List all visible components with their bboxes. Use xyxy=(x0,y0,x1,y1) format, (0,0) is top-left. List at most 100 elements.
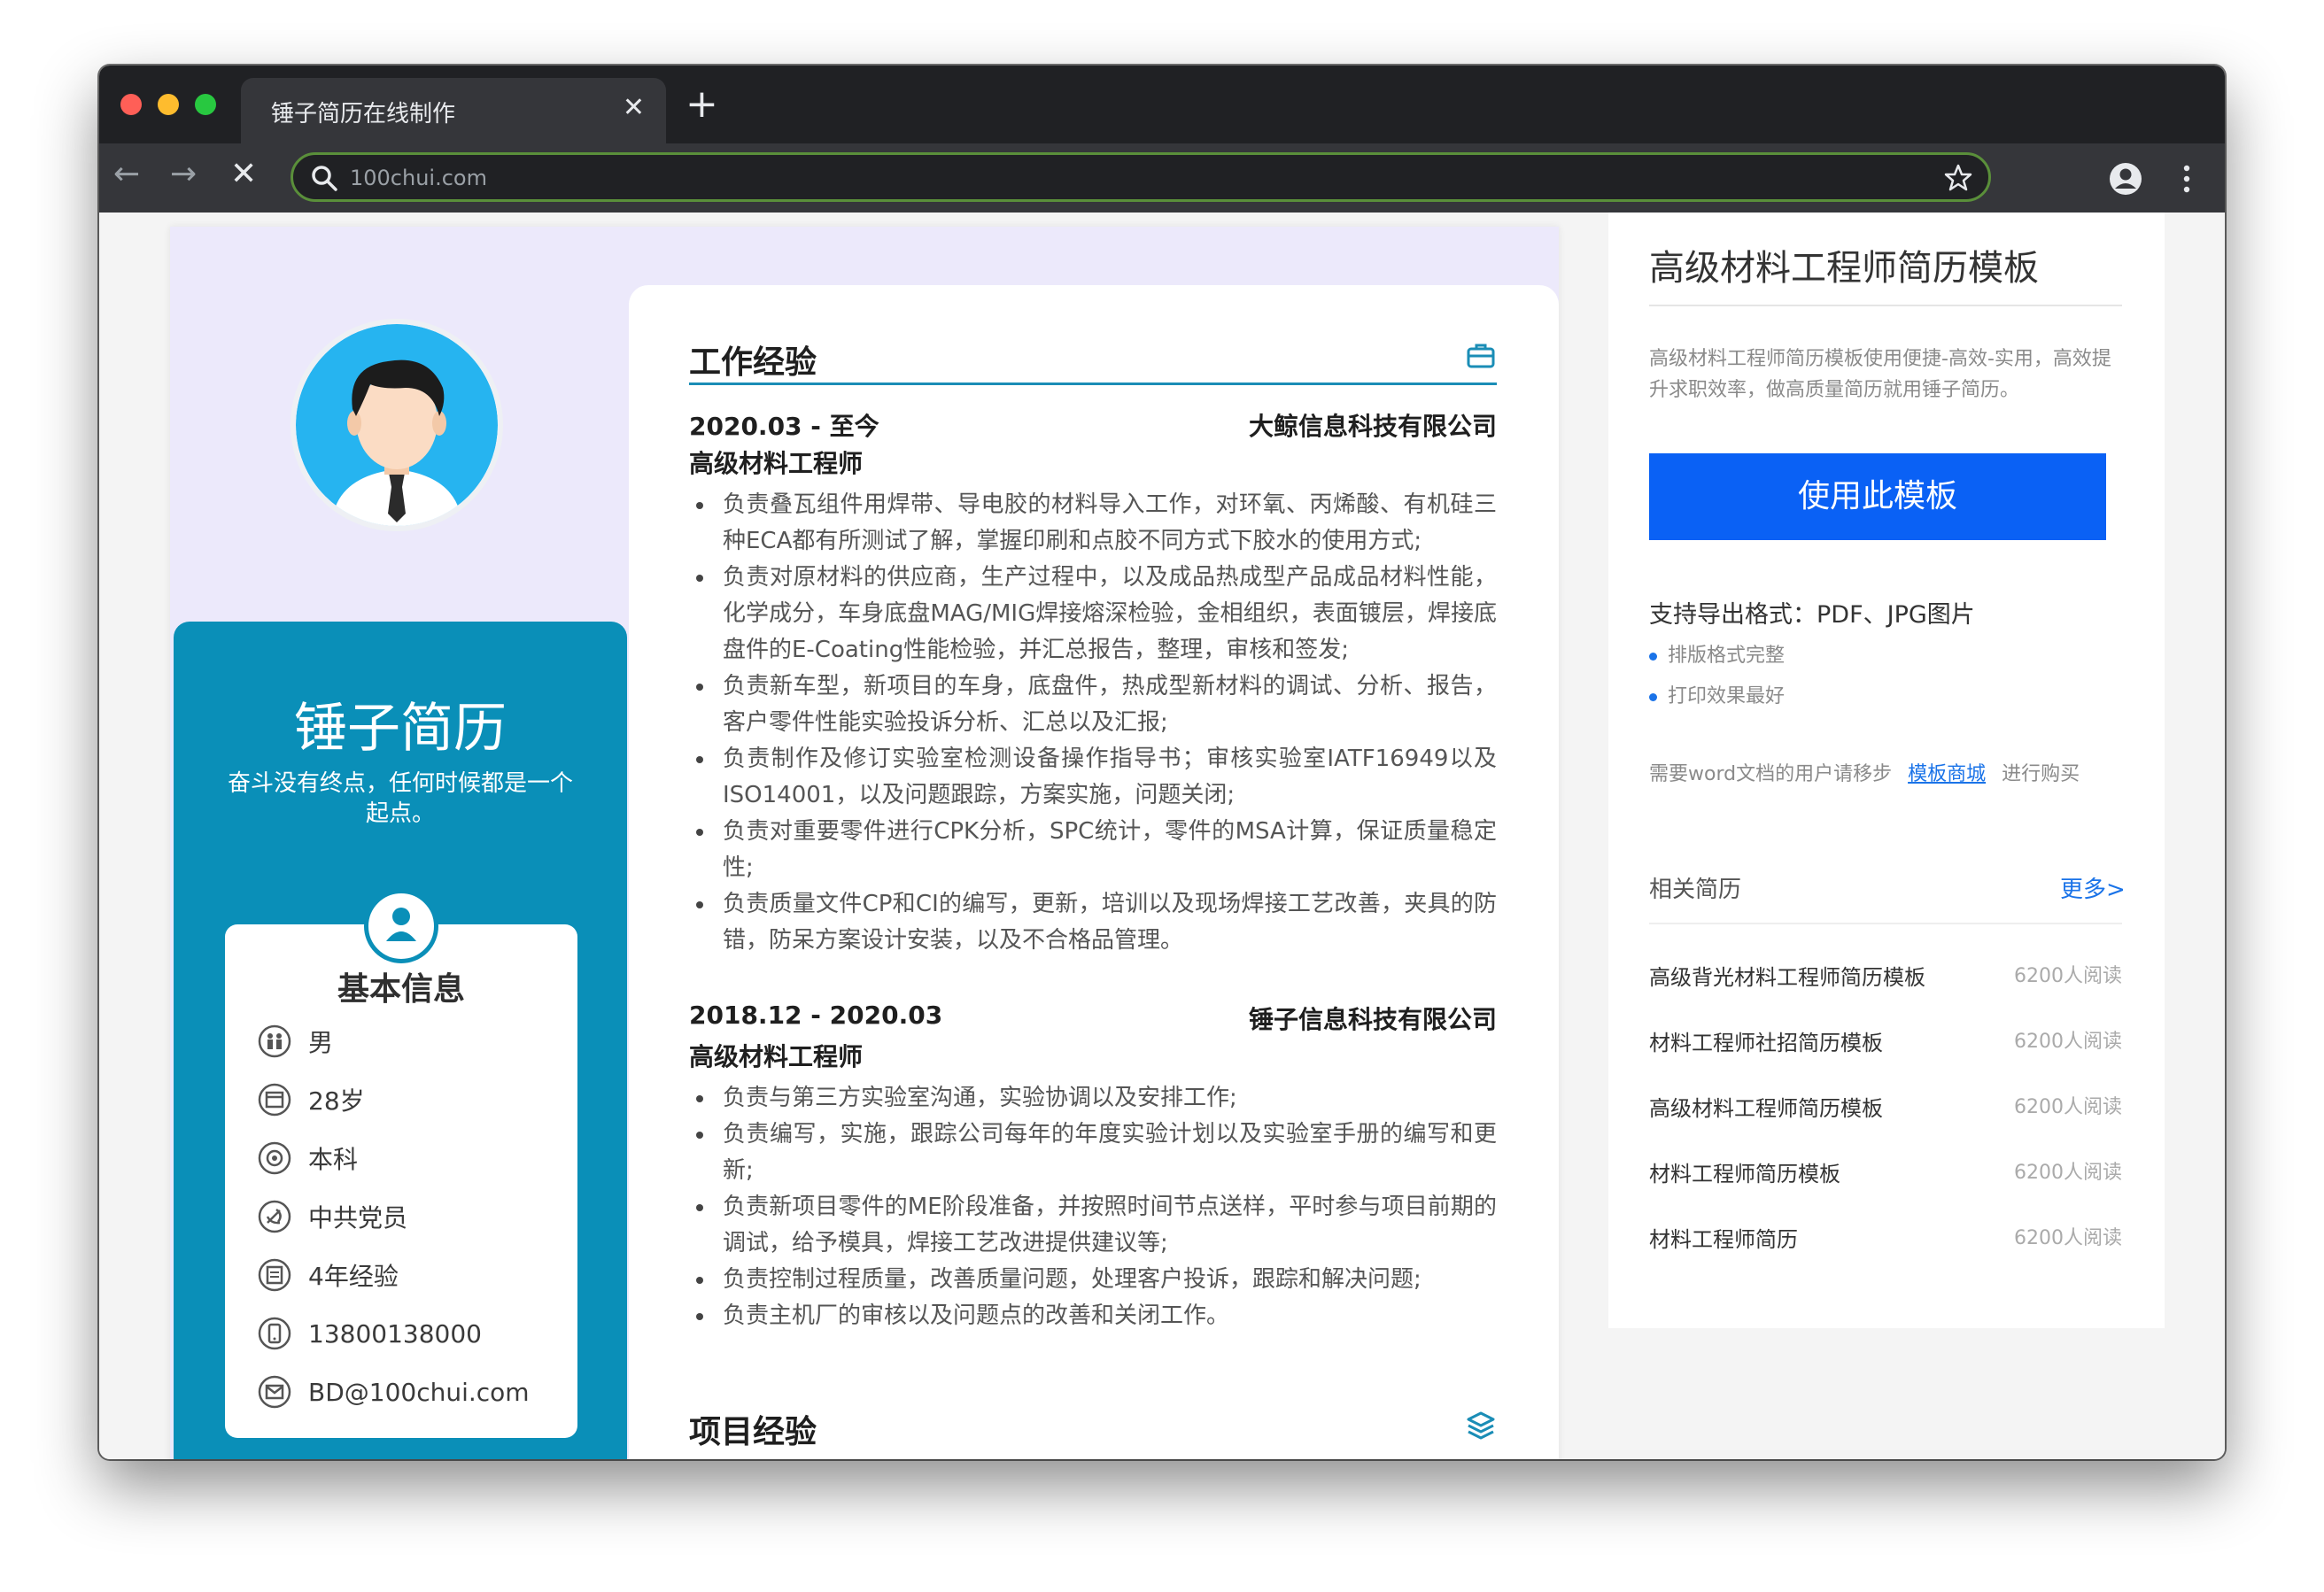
related-item-title: 材料工程师社招简历模板 xyxy=(1649,1031,1883,1055)
duty-item: 负责主机厂的审核以及问题点的改善和关闭工作。 xyxy=(689,1298,1497,1334)
info-row-party: 中共党员 xyxy=(257,1199,407,1234)
bookmark-star-icon[interactable] xyxy=(1942,162,1974,194)
work-section-title: 工作经验 xyxy=(689,344,817,381)
forward-button[interactable]: → xyxy=(170,156,197,192)
related-item[interactable]: 高级材料工程师简历模板 6200人阅读 xyxy=(1649,1091,2122,1126)
browser-window: 锤子简历在线制作 ✕ + ← → ✕ 100chui.com 锤子简历 奋斗没有… xyxy=(99,66,2225,1459)
related-item-title: 材料工程师简历模板 xyxy=(1649,1162,1840,1186)
info-row-gender: 男 xyxy=(257,1024,333,1059)
job-2-company: 锤子信息科技有限公司 xyxy=(1248,1005,1497,1034)
url-text: 100chui.com xyxy=(350,166,487,190)
resume-main-column: 工作经验 2020.03 - 至今 大鲸信息科技有限公司 高级材料工程师 负责叠… xyxy=(629,285,1559,1459)
page-viewport: 锤子简历 奋斗没有终点，任何时候都是一个起点。 基本信息 男 28岁 本科 中共… xyxy=(99,213,2225,1459)
tab-close-icon[interactable]: ✕ xyxy=(623,92,645,123)
info-row-experience: 4年经验 xyxy=(257,1257,399,1293)
related-item-title: 材料工程师简历 xyxy=(1649,1227,1798,1252)
calendar-icon xyxy=(258,1083,291,1117)
layers-icon xyxy=(1467,1411,1495,1440)
template-description: 高级材料工程师简历模板使用便捷-高效-实用，高效提升求职效率，做高质量简历就用锤… xyxy=(1649,348,2111,401)
maximize-window-button[interactable] xyxy=(195,94,216,115)
address-bar[interactable]: 100chui.com xyxy=(290,152,1991,202)
tab-bar: 锤子简历在线制作 ✕ + xyxy=(99,66,2225,143)
template-info-panel: 高级材料工程师简历模板 高级材料工程师简历模板使用便捷-高效-实用，高效提升求职… xyxy=(1608,213,2165,1328)
related-item-title: 高级材料工程师简历模板 xyxy=(1649,1096,1883,1121)
search-icon xyxy=(312,166,337,191)
job-2-header: 2018.12 - 2020.03 锤子信息科技有限公司 xyxy=(689,1001,1497,1034)
resume-preview: 锤子简历 奋斗没有终点，任何时候都是一个起点。 基本信息 男 28岁 本科 中共… xyxy=(170,227,1559,1459)
experience-icon xyxy=(258,1258,291,1292)
more-link[interactable]: 更多> xyxy=(2060,871,2126,904)
menu-kebab-icon[interactable] xyxy=(2181,161,2193,197)
duty-item: 负责与第三方实验室沟通，实验协调以及安排工作; xyxy=(689,1080,1497,1117)
side-profile-card: 锤子简历 奋斗没有终点，任何时候都是一个起点。 基本信息 男 28岁 本科 中共… xyxy=(174,622,627,1459)
related-item[interactable]: 材料工程师简历 6200人阅读 xyxy=(1649,1222,2122,1257)
duty-item: 负责控制过程质量，改善质量问题，处理客户投诉，跟踪和解决问题; xyxy=(689,1262,1497,1298)
traffic-lights xyxy=(120,94,216,115)
party-icon xyxy=(258,1200,291,1233)
avatar xyxy=(290,319,503,531)
job-1-company: 大鲸信息科技有限公司 xyxy=(1248,412,1497,441)
info-phone: 13800138000 xyxy=(308,1318,482,1349)
info-row-age: 28岁 xyxy=(257,1082,365,1117)
avatar-illustration xyxy=(296,324,498,526)
email-icon xyxy=(258,1375,291,1409)
briefcase-icon xyxy=(1467,344,1495,368)
job-1-duties: 负责叠瓦组件用焊带、导电胶的材料导入工作，对环氧、丙烯酸、有机硅三种ECA都有所… xyxy=(689,487,1497,959)
related-item-reads: 6200人阅读 xyxy=(2014,1162,2122,1184)
resume-motto: 奋斗没有终点，任何时候都是一个起点。 xyxy=(227,770,573,827)
info-row-phone: 13800138000 xyxy=(257,1316,482,1351)
new-tab-button[interactable]: + xyxy=(686,81,718,127)
info-party: 中共党员 xyxy=(308,1203,408,1233)
duty-item: 负责对重要零件进行CPK分析，SPC统计，零件的MSA计算，保证质量稳定性; xyxy=(689,814,1497,886)
back-button[interactable]: ← xyxy=(113,156,140,192)
info-gender: 男 xyxy=(308,1028,334,1057)
feature-item: 打印效果最好 xyxy=(1649,680,1785,708)
related-item[interactable]: 材料工程师社招简历模板 6200人阅读 xyxy=(1649,1025,2122,1061)
education-icon xyxy=(258,1141,291,1175)
work-section-divider xyxy=(689,383,1497,385)
word-doc-note: 需要word文档的用户请移步 模板商城 进行购买 xyxy=(1649,763,2080,785)
export-formats: 支持导出格式：PDF、JPG图片 xyxy=(1649,601,1975,629)
gender-icon xyxy=(258,1024,291,1058)
feature-item: 排版格式完整 xyxy=(1649,639,1785,668)
info-experience: 4年经验 xyxy=(308,1262,399,1291)
browser-toolbar: ← → ✕ 100chui.com xyxy=(99,143,2225,213)
related-item[interactable]: 高级背光材料工程师简历模板 6200人阅读 xyxy=(1649,960,2122,995)
stop-loading-button[interactable]: ✕ xyxy=(230,156,257,192)
related-item[interactable]: 材料工程师简历模板 6200人阅读 xyxy=(1649,1156,2122,1192)
related-divider xyxy=(1649,923,2122,924)
use-template-button[interactable]: 使用此模板 xyxy=(1649,453,2106,540)
duty-item: 负责新车型，新项目的车身，底盘件，热成型新材料的调试、分析、报告，客户零件性能实… xyxy=(689,668,1497,741)
info-row-email: BD@100chui.com xyxy=(257,1374,530,1410)
duty-item: 负责对原材料的供应商，生产过程中，以及成品热成型产品成品材料性能，化学成分，车身… xyxy=(689,560,1497,668)
phone-icon xyxy=(258,1317,291,1350)
tab-active[interactable]: 锤子简历在线制作 ✕ xyxy=(241,78,666,143)
related-item-reads: 6200人阅读 xyxy=(2014,1227,2122,1249)
related-item-reads: 6200人阅读 xyxy=(2014,1031,2122,1053)
bullet-dot-icon xyxy=(1649,652,1657,661)
duty-item: 负责制作及修订实验室检测设备操作指导书；审核实验室IATF16949以及ISO1… xyxy=(689,741,1497,814)
related-item-title: 高级背光材料工程师简历模板 xyxy=(1649,965,1925,990)
user-icon xyxy=(364,889,438,963)
bullet-dot-icon xyxy=(1649,692,1657,701)
info-email: BD@100chui.com xyxy=(308,1377,530,1407)
duty-item: 负责质量文件CP和CI的编写，更新，培训以及现场焊接工艺改善，夹具的防错，防呆方… xyxy=(689,886,1497,959)
profile-icon[interactable] xyxy=(2108,161,2143,197)
related-resumes-title: 相关简历 xyxy=(1649,877,1742,903)
info-age: 28岁 xyxy=(308,1086,365,1116)
basic-info-card: 基本信息 男 28岁 本科 中共党员 4年经验 13800138000 BD@1… xyxy=(225,889,577,1438)
close-window-button[interactable] xyxy=(120,94,142,115)
template-mall-link[interactable]: 模板商城 xyxy=(1908,763,1986,785)
info-row-education: 本科 xyxy=(257,1140,358,1176)
job-2-period: 2018.12 - 2020.03 xyxy=(689,1001,943,1030)
title-divider xyxy=(1649,305,2122,306)
tab-title: 锤子简历在线制作 xyxy=(271,101,456,128)
info-education: 本科 xyxy=(308,1145,359,1174)
duty-item: 负责新项目零件的ME阶段准备，并按照时间节点送样，平时参与项目前期的调试，给予模… xyxy=(689,1189,1497,1262)
minimize-window-button[interactable] xyxy=(158,94,179,115)
related-item-reads: 6200人阅读 xyxy=(2014,965,2122,987)
job-2-role: 高级材料工程师 xyxy=(689,1042,864,1071)
job-1-role: 高级材料工程师 xyxy=(689,449,864,478)
project-section-title: 项目经验 xyxy=(689,1414,817,1450)
resume-name: 锤子简历 xyxy=(294,698,507,760)
